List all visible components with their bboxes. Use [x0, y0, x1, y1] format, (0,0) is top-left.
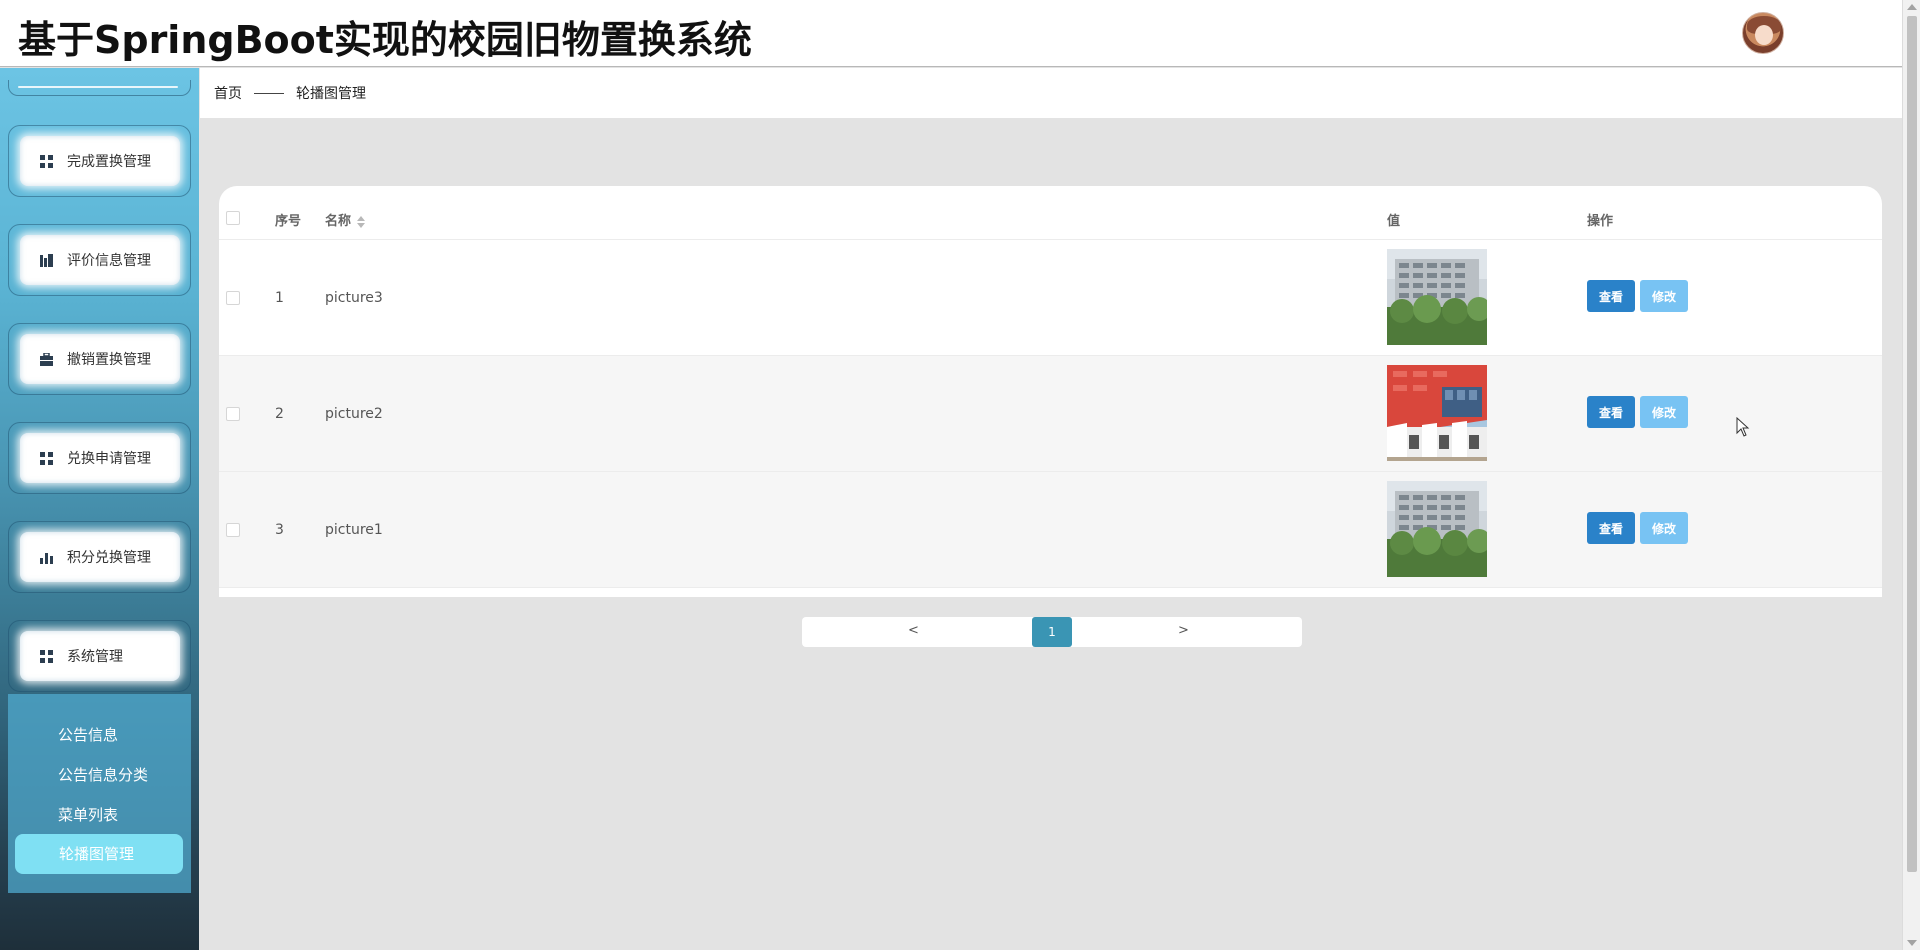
row-checkbox[interactable]	[226, 407, 240, 421]
row-thumbnail-gray-building[interactable]	[1387, 481, 1487, 577]
system-submenu: 公告信息 公告信息分类 菜单列表 轮播图管理	[8, 694, 191, 893]
app-title: 基于SpringBoot实现的校园旧物置换系统	[18, 18, 752, 62]
sidebar-item-label: 完成置换管理	[67, 154, 151, 170]
table-row: 2 picture2 查看 修改	[219, 356, 1882, 472]
sort-icon[interactable]	[357, 215, 366, 228]
edit-button[interactable]: 修改	[1640, 396, 1688, 428]
scroll-up-arrow-icon[interactable]	[1907, 4, 1917, 10]
sidebar-item-redeem-request-button[interactable]: 兑换申请管理	[20, 433, 180, 483]
edit-button[interactable]: 修改	[1640, 512, 1688, 544]
sidebar-item-points-redeem-button[interactable]: 积分兑换管理	[20, 532, 180, 582]
sidebar-item-system: 系统管理	[8, 620, 191, 692]
scroll-down-arrow-icon[interactable]	[1907, 940, 1917, 946]
next-page-button[interactable]: >	[1178, 623, 1189, 638]
submenu-item-announcement-categories[interactable]: 公告信息分类	[58, 764, 148, 785]
table-row: 1 picture3 查看 修改	[219, 240, 1882, 356]
sidebar-item-label: 撤销置换管理	[67, 352, 151, 368]
view-button[interactable]: 查看	[1587, 280, 1635, 312]
top-header: 基于SpringBoot实现的校园旧物置换系统	[0, 0, 1902, 67]
row-name: picture3	[325, 290, 383, 306]
sidebar-item-label: 评价信息管理	[67, 253, 151, 269]
sidebar-item-cancel-exchange-button[interactable]: 撤销置换管理	[20, 334, 180, 384]
sidebar-item-label: 兑换申请管理	[67, 451, 151, 467]
sidebar-item-label: 积分兑换管理	[67, 550, 151, 566]
row-index: 1	[275, 290, 284, 306]
select-all-checkbox[interactable]	[226, 211, 240, 225]
row-thumbnail-gray-building[interactable]	[1387, 249, 1487, 345]
row-checkbox[interactable]	[226, 523, 240, 537]
table-row: 3 picture1 查看 修改	[219, 472, 1882, 588]
page-button-current[interactable]: 1	[1032, 617, 1072, 647]
sidebar: 完成置换管理 评价信息管理 撤销置换管理 兑换申请管理 积分兑换管理 系统管理 …	[0, 68, 199, 950]
row-index: 2	[275, 406, 284, 422]
sidebar-item-review-info-button[interactable]: 评价信息管理	[20, 235, 180, 285]
prev-page-button[interactable]: <	[908, 623, 919, 638]
bar-chart-icon	[40, 551, 53, 564]
sidebar-item-cancel-exchange: 撤销置换管理	[8, 323, 191, 395]
grid-icon	[40, 451, 53, 465]
row-index: 3	[275, 522, 284, 538]
column-header-name-label: 名称	[325, 214, 352, 229]
scrollbar-thumb[interactable]	[1907, 16, 1917, 872]
breadcrumb-home[interactable]: 首页	[214, 83, 242, 103]
sidebar-item-points-redeem: 积分兑换管理	[8, 521, 191, 593]
grid-icon	[40, 154, 53, 168]
mouse-cursor-icon	[1736, 416, 1750, 437]
chart-building-icon	[40, 253, 53, 267]
row-checkbox[interactable]	[226, 291, 240, 305]
avatar-face	[1755, 25, 1773, 45]
grid-icon	[40, 649, 53, 663]
edit-button[interactable]: 修改	[1640, 280, 1688, 312]
briefcase-icon	[40, 352, 53, 366]
sidebar-item-label: 系统管理	[67, 649, 123, 665]
submenu-item-announcements[interactable]: 公告信息	[58, 724, 118, 745]
row-thumbnail-red-building[interactable]	[1387, 365, 1487, 461]
sidebar-item-completed-exchange-button[interactable]: 完成置换管理	[20, 136, 180, 186]
sidebar-top-frame	[8, 80, 191, 96]
user-avatar[interactable]	[1742, 12, 1784, 54]
sidebar-item-completed-exchange: 完成置换管理	[8, 125, 191, 197]
column-header-name[interactable]: 名称	[325, 210, 366, 229]
page-scrollbar[interactable]	[1902, 0, 1920, 950]
breadcrumb-current: 轮播图管理	[296, 86, 366, 102]
pagination: < 1 >	[802, 617, 1302, 647]
sidebar-item-redeem-request: 兑换申请管理	[8, 422, 191, 494]
view-button[interactable]: 查看	[1587, 396, 1635, 428]
carousel-table: 序号 名称 值 操作 1 picture3 查看 修改 2 picture2 查…	[219, 186, 1882, 597]
column-header-value: 值	[1387, 214, 1401, 229]
table-header: 序号 名称 值 操作	[219, 186, 1882, 240]
submenu-item-menu-list[interactable]: 菜单列表	[58, 804, 118, 825]
sidebar-item-review-info: 评价信息管理	[8, 224, 191, 296]
breadcrumb-separator	[254, 92, 284, 94]
column-header-actions: 操作	[1587, 214, 1614, 229]
sidebar-top-divider	[18, 86, 178, 88]
submenu-item-carousel-management[interactable]: 轮播图管理	[15, 834, 183, 874]
row-name: picture1	[325, 522, 383, 538]
sidebar-item-system-button[interactable]: 系统管理	[20, 631, 180, 681]
breadcrumb: 首页 轮播图管理	[200, 68, 1902, 118]
view-button[interactable]: 查看	[1587, 512, 1635, 544]
row-name: picture2	[325, 406, 383, 422]
column-header-index: 序号	[275, 214, 302, 229]
